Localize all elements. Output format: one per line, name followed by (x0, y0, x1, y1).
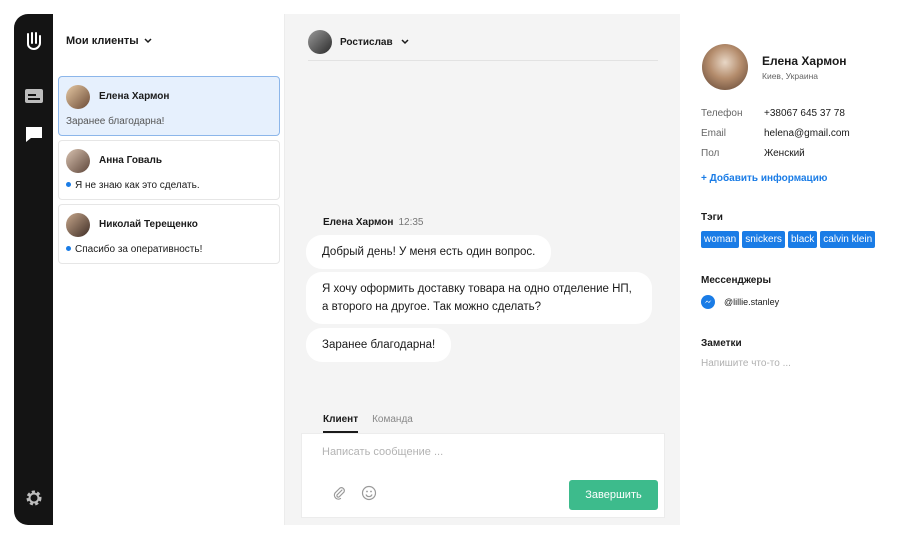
inbox-icon[interactable] (23, 85, 45, 107)
navigation-rail (14, 14, 53, 525)
divider (308, 60, 658, 61)
chevron-down-icon (144, 38, 152, 44)
field-value[interactable]: helena@gmail.com (764, 128, 850, 139)
client-card[interactable]: Анна Говаль Я не знаю как это сделать. (58, 140, 280, 200)
agent-name: Ростислав (340, 36, 393, 48)
message-author: Елена Хармон (323, 217, 394, 228)
profile-name: Елена Хармон (762, 54, 847, 68)
field-label: Пол (701, 148, 720, 159)
message-bubble: Заранее благодарна! (306, 328, 452, 362)
tag[interactable]: black (787, 231, 818, 248)
field-value[interactable]: Женский (764, 148, 805, 159)
hand-logo-icon[interactable] (23, 30, 45, 52)
notes-title: Заметки (701, 338, 742, 349)
unread-dot (66, 181, 71, 187)
client-name: Анна Говаль (99, 155, 162, 166)
finish-button[interactable]: Завершить (569, 480, 658, 510)
field-value[interactable]: +38067 645 37 78 (764, 108, 845, 119)
client-last-message-row: Я не знаю как это сделать. (66, 180, 200, 191)
unread-dot (66, 245, 71, 251)
client-last-message: Заранее благодарна! (66, 116, 165, 127)
messenger-item[interactable]: @lillie.stanley (701, 295, 779, 309)
client-last-message-row: Спасибо за оперативность! (66, 244, 202, 255)
agent-dropdown[interactable]: Ростислав (308, 30, 409, 54)
emoji-icon[interactable] (360, 484, 378, 502)
message-time: 12:35 (398, 217, 424, 228)
gear-icon[interactable] (23, 487, 45, 509)
tag[interactable]: snickers (742, 231, 785, 248)
client-profile-panel: Елена Хармон Киев, Украина Телефон +3806… (680, 14, 906, 525)
tab-client[interactable]: Клиент (323, 414, 359, 433)
avatar (66, 85, 90, 109)
notes-input[interactable] (701, 358, 891, 369)
client-card[interactable]: Елена Хармон Заранее благодарна! (58, 76, 280, 136)
profile-city: Киев, Украина (762, 71, 819, 81)
chat-icon[interactable] (23, 123, 45, 145)
field-label: Email (701, 128, 727, 139)
avatar (66, 213, 90, 237)
tag[interactable]: calvin klein (820, 231, 876, 248)
tag[interactable]: woman (701, 231, 740, 248)
messenger-handle: @lillie.stanley (724, 297, 780, 307)
clients-panel: Мои клиенты Елена Хармон Заранее благода… (53, 14, 285, 525)
client-card[interactable]: Николай Терещенко Спасибо за оперативнос… (58, 204, 280, 264)
message-input[interactable] (322, 446, 642, 458)
chat-area: Ростислав Елена Хармон 12:35 Добрый день!… (285, 14, 680, 525)
chevron-down-icon (401, 39, 409, 45)
avatar (702, 44, 748, 90)
client-last-message: Я не знаю как это сделать. (75, 180, 200, 191)
clients-filter-dropdown[interactable]: Мои клиенты (66, 35, 152, 47)
message-meta: Елена Хармон 12:35 (323, 217, 424, 228)
client-last-message: Спасибо за оперативность! (75, 244, 203, 255)
attach-icon[interactable] (330, 484, 348, 502)
messengers-title: Мессенджеры (701, 275, 771, 286)
avatar (308, 30, 332, 54)
tab-team[interactable]: Команда (372, 414, 413, 433)
messenger-icon (701, 295, 715, 309)
message-bubble: Я хочу оформить доставку товара на одно … (306, 272, 652, 324)
client-name: Елена Хармон (99, 91, 170, 102)
add-info-link[interactable]: + Добавить информацию (701, 173, 827, 184)
field-label: Телефон (701, 108, 743, 119)
message-composer: Завершить (301, 433, 665, 518)
message-bubble: Добрый день! У меня есть один вопрос. (306, 235, 552, 269)
clients-header-label: Мои клиенты (66, 35, 139, 47)
avatar (66, 149, 90, 173)
app-window: Мои клиенты Елена Хармон Заранее благода… (14, 14, 906, 525)
tags-title: Тэги (701, 212, 723, 223)
client-name: Николай Терещенко (99, 219, 198, 230)
composer-tabs: Клиент Команда (323, 414, 413, 433)
tags-list: woman snickers black calvin klein (701, 231, 876, 248)
